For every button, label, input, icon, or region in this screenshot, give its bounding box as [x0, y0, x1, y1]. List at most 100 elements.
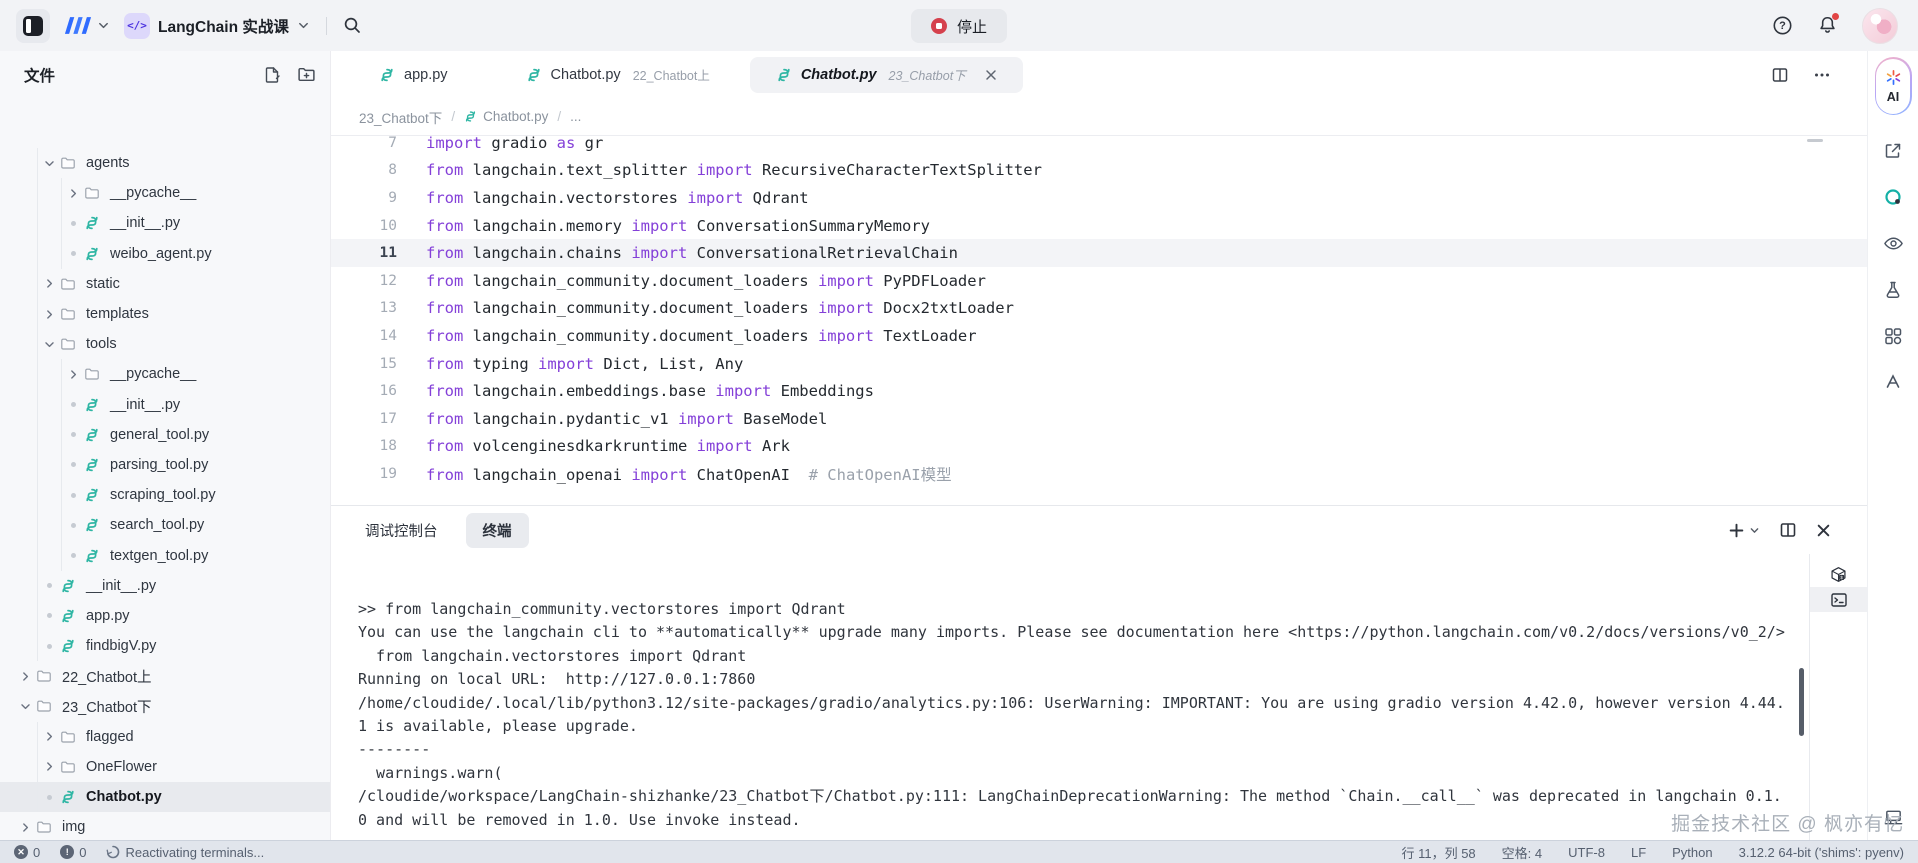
project-badge-icon: </>: [124, 13, 150, 39]
terminal-session-shell[interactable]: $: [1810, 562, 1867, 587]
chevron-right-icon[interactable]: [64, 368, 82, 381]
tree-item[interactable]: tools: [0, 329, 330, 359]
tree-item[interactable]: OneFlower: [0, 752, 330, 782]
code-review-eye-icon[interactable]: [1883, 233, 1904, 254]
modified-dot: [40, 644, 58, 649]
chevron-down-icon[interactable]: [40, 338, 58, 351]
folder-icon: [58, 336, 78, 352]
encoding-setting[interactable]: UTF-8: [1568, 845, 1605, 860]
activity-status[interactable]: Reactivating terminals...: [106, 845, 264, 860]
code-editor[interactable]: 7import gradio as gr8from langchain.text…: [331, 136, 1867, 505]
tree-item[interactable]: search_tool.py: [0, 510, 330, 540]
chevron-right-icon[interactable]: [16, 670, 34, 683]
close-panel-icon[interactable]: [1816, 523, 1831, 538]
error-indicator[interactable]: ✕ 0: [14, 845, 40, 860]
split-editor-icon[interactable]: [1771, 66, 1789, 84]
code-line[interactable]: 19from langchain_openai import ChatOpenA…: [331, 460, 1867, 488]
chevron-right-icon[interactable]: [40, 277, 58, 290]
tree-item[interactable]: __pycache__: [0, 178, 330, 208]
tree-item[interactable]: scraping_tool.py: [0, 480, 330, 510]
python-file-icon: [379, 67, 395, 83]
split-terminal-icon[interactable]: [1779, 521, 1797, 539]
tree-item[interactable]: weibo_agent.py: [0, 239, 330, 269]
project-switcher[interactable]: </> LangChain 实战课: [124, 13, 310, 39]
python-file-icon: [58, 578, 78, 594]
code-line[interactable]: 8from langchain.text_splitter import Rec…: [331, 157, 1867, 185]
search-icon[interactable]: [343, 16, 362, 35]
code-line[interactable]: 18from volcenginesdkarkruntime import Ar…: [331, 433, 1867, 461]
editor-scrollbar-thumb[interactable]: [1807, 139, 1823, 142]
code-line[interactable]: 14from langchain_community.document_load…: [331, 322, 1867, 350]
tree-item[interactable]: __init__.py: [0, 208, 330, 238]
help-icon[interactable]: ?: [1772, 15, 1793, 36]
code-line[interactable]: 16from langchain.embeddings.base import …: [331, 377, 1867, 405]
tree-item[interactable]: general_tool.py: [0, 420, 330, 450]
cursor-position[interactable]: 行 11，列 58: [1401, 843, 1475, 862]
chevron-right-icon[interactable]: [40, 308, 58, 321]
extensions-grid-icon[interactable]: [1883, 326, 1903, 346]
typography-icon[interactable]: [1883, 372, 1903, 392]
chevron-right-icon[interactable]: [64, 187, 82, 200]
tree-item[interactable]: 22_Chatbot上: [0, 661, 330, 691]
tree-item[interactable]: 23_Chatbot下: [0, 691, 330, 721]
python-interpreter[interactable]: 3.12.2 64-bit ('shims': pyenv): [1739, 845, 1904, 860]
tree-item[interactable]: __pycache__: [0, 359, 330, 389]
chevron-down-icon[interactable]: [40, 157, 58, 170]
terminal-session-active[interactable]: [1810, 587, 1867, 612]
tree-item[interactable]: __init__.py: [0, 390, 330, 420]
chevron-down-icon[interactable]: [16, 700, 34, 713]
code-line[interactable]: 17from langchain.pydantic_v1 import Base…: [331, 405, 1867, 433]
tree-item[interactable]: img: [0, 812, 330, 840]
tab-label: Chatbot.py: [801, 67, 877, 83]
code-line[interactable]: 13from langchain_community.document_load…: [331, 295, 1867, 323]
breadcrumb-folder[interactable]: 23_Chatbot下: [359, 107, 442, 127]
terminal-output[interactable]: >> from langchain_community.vectorstores…: [331, 598, 1803, 840]
tree-item[interactable]: parsing_tool.py: [0, 450, 330, 480]
breadcrumb-symbol[interactable]: ...: [570, 109, 581, 124]
tree-item[interactable]: agents: [0, 148, 330, 178]
language-mode[interactable]: Python: [1672, 845, 1712, 860]
code-line-current[interactable]: 11from langchain.chains import Conversat…: [331, 239, 1867, 267]
code-line[interactable]: 10from langchain.memory import Conversat…: [331, 212, 1867, 240]
new-file-icon[interactable]: [263, 66, 281, 84]
tab-chatbot-py-22[interactable]: Chatbot.py 22_Chatbot上: [500, 57, 736, 93]
breadcrumb-file[interactable]: Chatbot.py: [464, 109, 548, 124]
indentation-setting[interactable]: 空格: 4: [1502, 843, 1542, 862]
close-tab-icon[interactable]: [985, 69, 997, 81]
tree-item[interactable]: Chatbot.py: [0, 782, 330, 812]
tree-item[interactable]: app.py: [0, 601, 330, 631]
tab-debug-console[interactable]: 调试控制台: [365, 520, 438, 541]
code-line[interactable]: 7import gradio as gr: [331, 136, 1867, 157]
terminal-scrollbar-thumb[interactable]: [1799, 668, 1804, 736]
avatar[interactable]: [1862, 8, 1898, 44]
eol-setting[interactable]: LF: [1631, 845, 1646, 860]
tab-terminal[interactable]: 终端: [466, 513, 529, 548]
tree-item[interactable]: __init__.py: [0, 571, 330, 601]
tree-item[interactable]: static: [0, 269, 330, 299]
live-preview-icon[interactable]: [1883, 187, 1903, 207]
tree-item[interactable]: flagged: [0, 722, 330, 752]
tab-app-py[interactable]: app.py: [353, 57, 486, 93]
tab-chatbot-py-23[interactable]: Chatbot.py 23_Chatbot下: [750, 57, 1023, 93]
more-actions-icon[interactable]: [1813, 66, 1831, 84]
new-folder-icon[interactable]: [297, 65, 316, 84]
sidebar-toggle-button[interactable]: [16, 9, 50, 43]
share-export-icon[interactable]: [1883, 141, 1903, 161]
new-terminal-icon[interactable]: [1728, 522, 1745, 539]
notifications-bell-icon[interactable]: [1817, 15, 1838, 36]
chevron-right-icon[interactable]: [16, 821, 34, 834]
warning-indicator[interactable]: ! 0: [60, 845, 86, 860]
code-line[interactable]: 12from langchain_community.document_load…: [331, 267, 1867, 295]
code-line[interactable]: 9from langchain.vectorstores import Qdra…: [331, 184, 1867, 212]
stop-button[interactable]: 停止: [911, 9, 1007, 43]
app-menu[interactable]: [64, 16, 110, 35]
tree-item[interactable]: textgen_tool.py: [0, 540, 330, 570]
chevron-right-icon[interactable]: [40, 730, 58, 743]
test-flask-icon[interactable]: [1883, 280, 1903, 300]
chevron-right-icon[interactable]: [40, 760, 58, 773]
code-line[interactable]: 15from typing import Dict, List, Any: [331, 350, 1867, 378]
tree-item[interactable]: templates: [0, 299, 330, 329]
terminal-type-dropdown-icon[interactable]: [1749, 525, 1760, 536]
ai-assistant-button[interactable]: AI: [1875, 57, 1912, 115]
tree-item[interactable]: findbigV.py: [0, 631, 330, 661]
